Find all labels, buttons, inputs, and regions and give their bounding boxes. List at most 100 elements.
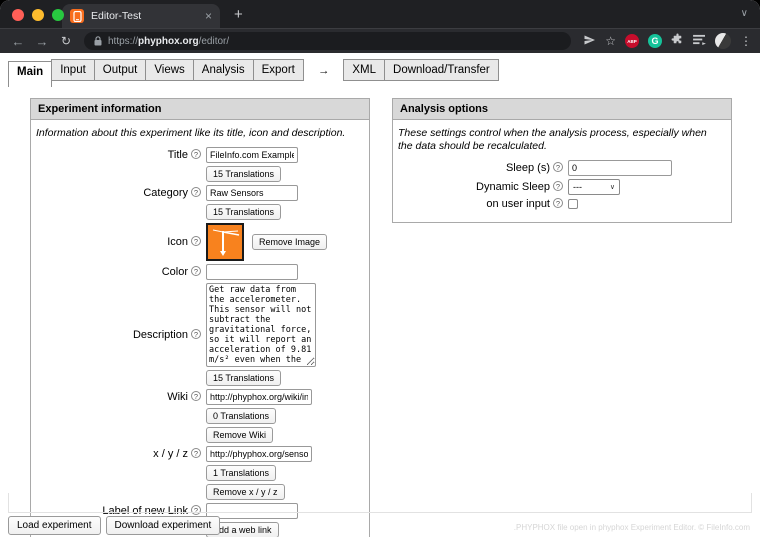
extensions-puzzle-icon[interactable] [671, 33, 684, 49]
dynamic-sleep-select[interactable]: --- ∨ [568, 179, 620, 195]
wiki-help-icon[interactable]: ? [191, 391, 201, 401]
browser-window: Editor-Test × + ∨ ← → ↻ https://phyphox.… [0, 0, 760, 537]
description-translations-button[interactable]: 15 Translations [206, 370, 282, 386]
sleep-label: Sleep (s)? [398, 162, 563, 174]
experiment-icon-image[interactable] [206, 223, 244, 261]
adblock-extension-icon[interactable]: ABP [625, 34, 639, 48]
title-input[interactable] [206, 147, 298, 163]
arrow-separator: → [317, 65, 330, 77]
tab-export[interactable]: Export [252, 59, 304, 81]
remove-wiki-button[interactable]: Remove Wiki [206, 427, 274, 443]
editor-page: Main Input Output Views Analysis Export … [0, 53, 760, 537]
sleep-help-icon[interactable]: ? [553, 162, 563, 172]
browser-titlebar: Editor-Test × + ∨ [0, 0, 760, 28]
title-help-icon[interactable]: ? [191, 149, 201, 159]
dynamic-sleep-row: Dynamic Sleep? --- ∨ [398, 179, 724, 195]
analysis-options-intro: These settings control when the analysis… [398, 127, 707, 152]
footer-buttons: Load experiment Download experiment [8, 516, 221, 535]
xyz-input[interactable] [206, 446, 312, 462]
reload-icon[interactable]: ↻ [56, 34, 76, 48]
bookmark-star-icon[interactable]: ☆ [605, 34, 616, 48]
description-help-icon[interactable]: ? [191, 328, 201, 339]
icon-help-icon[interactable]: ? [191, 236, 201, 246]
new-tab-button[interactable]: + [234, 6, 243, 23]
category-input[interactable] [206, 185, 298, 201]
color-input[interactable] [206, 264, 298, 280]
tab-search-chevron-icon[interactable]: ∨ [741, 8, 748, 19]
content-bottom-border [8, 493, 752, 513]
url-text: https://phyphox.org/editor/ [108, 36, 229, 47]
profile-avatar[interactable] [715, 33, 731, 49]
browser-toolbar: ← → ↻ https://phyphox.org/editor/ ☆ ABP … [0, 28, 760, 53]
fileinfo-watermark: .PHYPHOX file open in phyphox Experiment… [513, 523, 750, 532]
window-controls [12, 9, 64, 21]
address-bar[interactable]: https://phyphox.org/editor/ [84, 32, 572, 50]
dynamic-sleep-label: Dynamic Sleep? [398, 181, 563, 193]
xyz-translations-button[interactable]: 1 Translations [206, 465, 277, 481]
analysis-options-panel: Analysis options These settings control … [392, 98, 732, 223]
description-row: Description? Get raw data from the accel… [36, 283, 362, 386]
category-help-icon[interactable]: ? [191, 187, 201, 197]
on-user-input-help-icon[interactable]: ? [553, 198, 563, 208]
color-label: Color? [36, 264, 201, 278]
xyz-help-icon[interactable]: ? [191, 448, 201, 458]
experiment-information-intro: Information about this experiment like i… [36, 127, 346, 139]
tab-close-icon[interactable]: × [205, 10, 212, 22]
tab-main[interactable]: Main [8, 61, 53, 87]
editor-tab-bar: Main Input Output Views Analysis Export … [0, 53, 760, 87]
category-translations-button[interactable]: 15 Translations [206, 204, 282, 220]
experiment-information-body: Information about this experiment like i… [31, 120, 369, 537]
load-experiment-button[interactable]: Load experiment [8, 516, 101, 535]
select-caret-icon: ∨ [609, 184, 615, 191]
url-domain: phyphox.org [138, 35, 199, 47]
zoom-window-button[interactable] [52, 9, 64, 21]
sleep-row: Sleep (s)? [398, 160, 724, 176]
analysis-options-body: These settings control when the analysis… [393, 120, 731, 222]
analysis-options-header: Analysis options [393, 99, 731, 120]
tab-views[interactable]: Views [145, 59, 194, 81]
url-path: /editor/ [198, 35, 230, 47]
browser-menu-icon[interactable]: ⋮ [740, 34, 752, 48]
on-user-input-row: on user input? [398, 198, 724, 210]
title-translations-button[interactable]: 15 Translations [206, 166, 282, 182]
tab-input[interactable]: Input [51, 59, 95, 81]
icon-label: Icon? [36, 236, 201, 248]
wiki-label: Wiki? [36, 389, 201, 403]
phyphox-favicon-icon [70, 9, 84, 23]
remove-image-button[interactable]: Remove Image [252, 234, 328, 250]
xyz-row: x / y / z? 1 Translations Remove x / y /… [36, 446, 362, 500]
wiki-row: Wiki? 0 Translations Remove Wiki [36, 389, 362, 443]
description-label: Description? [36, 328, 201, 341]
dynamic-sleep-help-icon[interactable]: ? [553, 181, 563, 191]
xyz-label: x / y / z? [36, 446, 201, 460]
download-experiment-button[interactable]: Download experiment [105, 516, 221, 535]
dynamic-sleep-value: --- [573, 182, 582, 192]
on-user-input-checkbox[interactable] [568, 199, 578, 209]
tab-title: Editor-Test [91, 10, 142, 22]
tab-download-transfer[interactable]: Download/Transfer [384, 59, 499, 81]
grammarly-extension-icon[interactable]: G [648, 34, 662, 48]
category-label: Category? [36, 185, 201, 199]
send-icon[interactable] [583, 34, 596, 49]
on-user-input-label: on user input? [398, 198, 563, 210]
lock-icon[interactable] [94, 36, 102, 46]
browser-tab[interactable]: Editor-Test × [62, 4, 220, 28]
experiment-information-header: Experiment information [31, 99, 369, 120]
tab-output[interactable]: Output [93, 59, 147, 81]
sleep-input[interactable] [568, 160, 672, 176]
color-help-icon[interactable]: ? [191, 266, 201, 276]
wiki-translations-button[interactable]: 0 Translations [206, 408, 277, 424]
description-textarea[interactable]: Get raw data from the accelerometer. Thi… [206, 283, 316, 367]
tab-analysis[interactable]: Analysis [192, 59, 254, 81]
forward-icon[interactable]: → [32, 34, 52, 49]
close-window-button[interactable] [12, 9, 24, 21]
wiki-input[interactable] [206, 389, 312, 405]
title-row: Title? 15 Translations [36, 147, 362, 182]
list-extension-icon[interactable] [693, 34, 706, 48]
minimize-window-button[interactable] [32, 9, 44, 21]
title-label: Title? [36, 147, 201, 161]
url-scheme: https:// [108, 35, 139, 47]
experiment-information-panel: Experiment information Information about… [30, 98, 370, 537]
tab-xml[interactable]: XML [343, 59, 386, 81]
back-icon[interactable]: ← [8, 34, 28, 49]
